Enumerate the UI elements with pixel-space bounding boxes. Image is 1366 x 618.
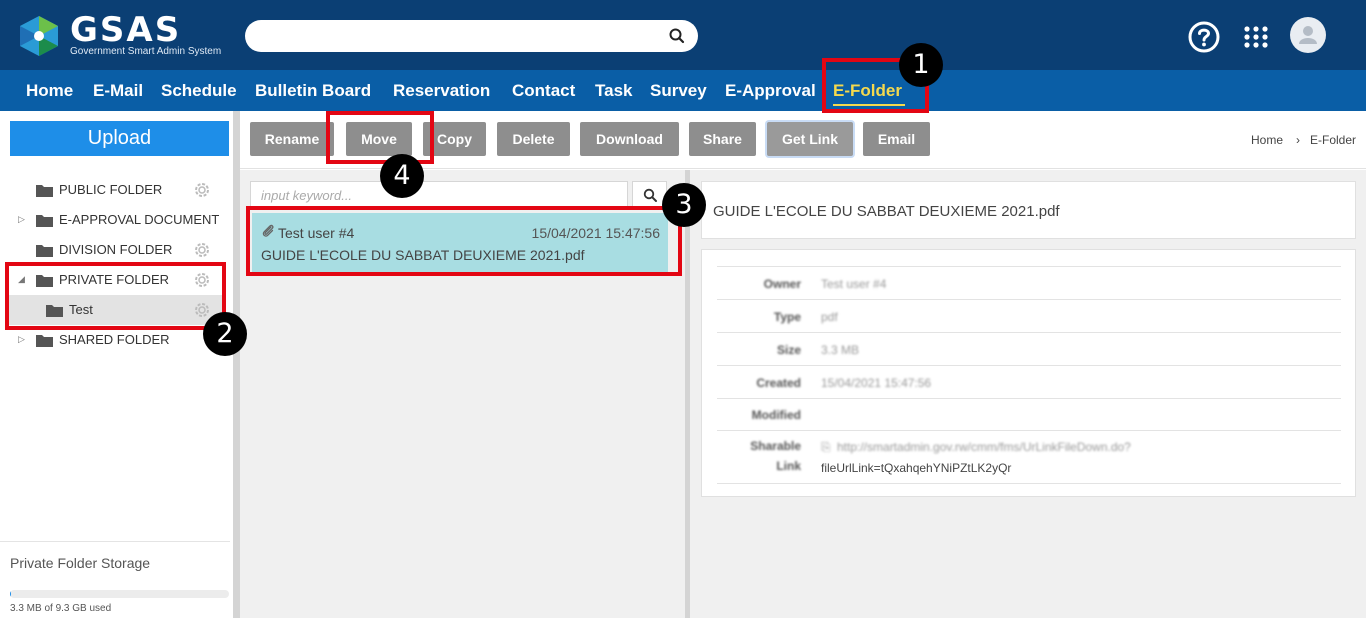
file-info-box: Owner Test user #4 Type pdf Size 3.3 MB …	[701, 249, 1356, 497]
info-label: Size	[776, 343, 801, 357]
folder-icon	[36, 215, 53, 227]
annotation-badge-1: 1	[899, 43, 943, 87]
tree-item-label: PUBLIC FOLDER	[59, 182, 163, 197]
storage-title: Private Folder Storage	[10, 555, 151, 571]
main-nav: Home E-Mail Schedule Bulletin Board Rese…	[0, 70, 1366, 111]
rename-button[interactable]: Rename	[250, 122, 334, 156]
info-label: Owner	[763, 277, 801, 291]
breadcrumb-home[interactable]: Home	[1251, 133, 1283, 147]
email-button[interactable]: Email	[863, 122, 930, 156]
breadcrumb-current: E-Folder	[1310, 133, 1357, 147]
sharable-link-url[interactable]: http://smartadmin.gov.rw/cmm/fms/UrLinkF…	[837, 437, 1131, 457]
nav-e-approval[interactable]: E-Approval	[725, 81, 816, 101]
sharable-link-url-continued[interactable]: fileUrlLink=tQxahqehYNiPZtLK2yQr	[821, 458, 1011, 478]
get-link-button[interactable]: Get Link	[767, 122, 853, 156]
tree-item-e-approval-document[interactable]: ▷ E-APPROVAL DOCUMENT	[8, 205, 223, 235]
storage-used-text: 3.3 MB of 9.3 GB used	[10, 603, 112, 614]
info-row-created: Created 15/04/2021 15:47:56	[717, 365, 1341, 398]
gsas-logo-mark-icon	[20, 16, 58, 56]
upload-button[interactable]: Upload	[10, 121, 229, 156]
gear-icon[interactable]	[193, 241, 211, 259]
download-button[interactable]: Download	[580, 122, 679, 156]
folder-icon	[36, 245, 53, 257]
info-label: Modified	[751, 408, 801, 422]
detail-title-box: GUIDE L'ECOLE DU SABBAT DEUXIEME 2021.pd…	[701, 181, 1356, 239]
gsas-logo[interactable]: GSAS Government Smart Admin System	[16, 12, 226, 60]
search-icon	[643, 188, 657, 202]
help-circle-icon[interactable]	[1187, 20, 1221, 54]
nav-home[interactable]: Home	[26, 81, 73, 101]
tree-item-public-folder[interactable]: PUBLIC FOLDER	[8, 175, 223, 205]
top-bar: GSAS Government Smart Admin System	[0, 0, 1366, 70]
info-label: Created	[756, 376, 801, 390]
nav-bulletin-board[interactable]: Bulletin Board	[255, 81, 371, 101]
annotation-box-4	[326, 111, 434, 164]
gear-icon[interactable]	[193, 181, 211, 199]
storage-progress-fill	[10, 590, 12, 598]
user-avatar-icon	[1299, 26, 1317, 44]
nav-email[interactable]: E-Mail	[93, 81, 143, 101]
delete-button[interactable]: Delete	[497, 122, 570, 156]
info-row-size: Size 3.3 MB	[717, 332, 1341, 365]
nav-schedule[interactable]: Schedule	[161, 81, 237, 101]
info-value: Test user #4	[821, 277, 887, 291]
annotation-badge-2: 2	[203, 312, 247, 356]
tree-item-label: DIVISION FOLDER	[59, 242, 173, 257]
annotation-badge-3: 3	[662, 183, 706, 227]
folder-icon	[36, 185, 53, 197]
tree-item-label: E-APPROVAL DOCUMENT	[59, 212, 220, 227]
global-search-input[interactable]	[245, 20, 698, 52]
nav-reservation[interactable]: Reservation	[393, 81, 490, 101]
expand-arrow-icon[interactable]: ▷	[18, 214, 28, 224]
info-row-modified: Modified	[717, 398, 1341, 430]
annotation-box-3	[246, 206, 682, 276]
logo-text: GSAS	[70, 10, 182, 50]
user-avatar[interactable]	[1290, 17, 1326, 53]
keyword-search-input[interactable]: input keyword...	[250, 181, 628, 209]
info-row-type: Type pdf	[717, 299, 1341, 332]
tree-item-division-folder[interactable]: DIVISION FOLDER	[8, 235, 223, 265]
info-label: Sharable	[750, 439, 801, 453]
info-label-continued: Link	[776, 459, 801, 473]
expand-arrow-icon[interactable]: ▷	[18, 334, 28, 344]
link-icon: ⎘	[821, 440, 831, 454]
nav-task[interactable]: Task	[595, 81, 633, 101]
share-button[interactable]: Share	[689, 122, 756, 156]
logo-subtitle: Government Smart Admin System	[70, 46, 222, 57]
grid-apps-icon[interactable]	[1239, 20, 1273, 54]
tree-item-label: SHARED FOLDER	[59, 332, 170, 347]
detail-title: GUIDE L'ECOLE DU SABBAT DEUXIEME 2021.pd…	[713, 203, 1060, 220]
info-row-sharable-link: Sharable Link ⎘ http://smartadmin.gov.rw…	[717, 430, 1341, 484]
storage-separator	[0, 541, 230, 542]
folder-icon	[36, 335, 53, 347]
info-value: 15/04/2021 15:47:56	[821, 376, 932, 390]
breadcrumb-separator: ›	[1296, 133, 1300, 147]
nav-survey[interactable]: Survey	[650, 81, 707, 101]
sidebar-splitter[interactable]	[233, 111, 240, 618]
info-value: 3.3 MB	[821, 343, 860, 357]
info-row-owner: Owner Test user #4	[717, 266, 1341, 299]
info-value: pdf	[821, 310, 838, 324]
annotation-box-2	[5, 262, 226, 330]
storage-progress-bar	[10, 590, 229, 598]
info-label: Type	[773, 310, 801, 324]
search-icon[interactable]	[668, 27, 686, 45]
nav-contact[interactable]: Contact	[512, 81, 575, 101]
annotation-badge-4: 4	[380, 154, 424, 198]
